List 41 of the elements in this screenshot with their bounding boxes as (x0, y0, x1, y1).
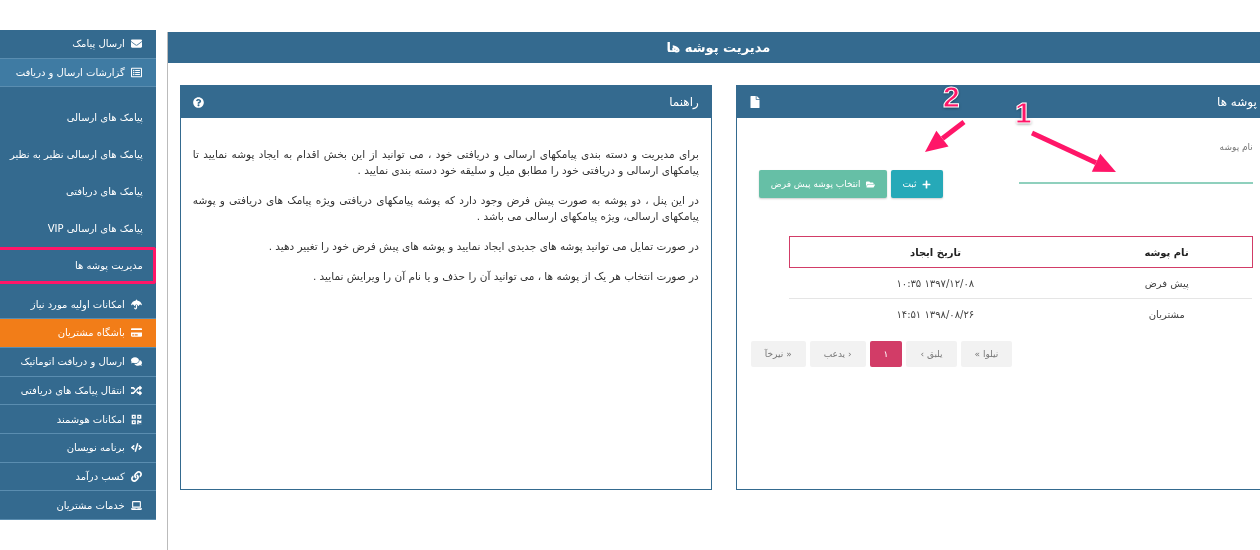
page-title: مدیریت پوشه ها (167, 32, 1260, 63)
menu-item-icon (130, 67, 142, 79)
plus-icon (921, 179, 931, 189)
sidebar-item[interactable]: گزارشات ارسال و دریافت (0, 58, 156, 88)
annotation-number: 2 (943, 80, 960, 114)
help-paragraph: در صورت تمایل می توانید پوشه های جدیدی ایجاد نمایید و پوشه های پیش فرض خود را تغییر دهید . (267, 239, 699, 254)
page-button[interactable]: آخرین » (750, 341, 806, 367)
table-cell: ۱۳۹۸/۰۸/۲۶ ۱۴:۵۱ (789, 298, 1082, 329)
submenu-item[interactable]: پیامک های ارسالی VIP (0, 210, 156, 248)
column-header: نام پوشه (1081, 236, 1253, 268)
panel-title: راهنما (669, 95, 699, 109)
column-header: تاریخ ایجاد (789, 236, 1082, 268)
menu-item-icon (130, 470, 142, 482)
menu-item-icon (130, 298, 142, 310)
table-cell: پیش فرض (1081, 267, 1253, 299)
help-icon (192, 96, 204, 108)
page-button[interactable]: « اولین (960, 341, 1013, 367)
submenu-item[interactable]: پیامک های دریافتی (0, 173, 156, 211)
menu-item-icon (130, 413, 142, 425)
submenu-item[interactable]: پیامک های ارسالی (0, 99, 156, 137)
help-paragraph: در صورت انتخاب هر یک از پوشه ها ، می توانید آن را حذف و یا نام آن را ویرایش نمایید . (311, 269, 699, 284)
panel-title: پوشه ها (1217, 95, 1257, 109)
submenu-item[interactable]: پیامک های ارسالی نظیر به نظیر (0, 136, 156, 174)
folder-icon (865, 179, 875, 189)
submenu-item[interactable]: مدیریت پوشه ها (0, 247, 156, 285)
menu-item-icon (130, 38, 142, 50)
menu-item-icon (130, 499, 142, 511)
table-cell: مشتریان (1081, 298, 1253, 329)
page-button[interactable]: ۱ (869, 341, 903, 367)
page-button[interactable]: بعدی › (809, 341, 866, 367)
field-label: نام پوشه (1218, 142, 1253, 152)
table-cell: ۱۳۹۷/۱۲/۰۸ ۱۰:۳۵ (789, 267, 1082, 299)
menu-item-icon (130, 442, 142, 454)
help-paragraph: برای مدیریت و دسته بندی پیامکهای ارسالی و دریافتی خود ، می توانید از این بخش اقدام به ایجاد پوشه نمایید تا پیامکهای ارسالی و دریافتی خود را مطابق میل و سلیقه خود دسته بندی نمایید . (192, 147, 699, 178)
file-icon (748, 96, 761, 108)
menu-item-icon (130, 356, 142, 368)
menu-item-icon (130, 384, 142, 396)
menu-item-icon (130, 327, 142, 339)
page-button[interactable]: ‹ قبلی (906, 341, 957, 367)
help-paragraph: در این پنل ، دو پوشه به صورت پیش فرض وجود دارد که پوشه پیامکهای دریافتی ویژه پیامک های دریافتی و پوشه پیامکهای ارسالی، ویژه پیامکهای ارسالی می باشد . (192, 193, 699, 224)
arrow-drawing (925, 120, 966, 152)
